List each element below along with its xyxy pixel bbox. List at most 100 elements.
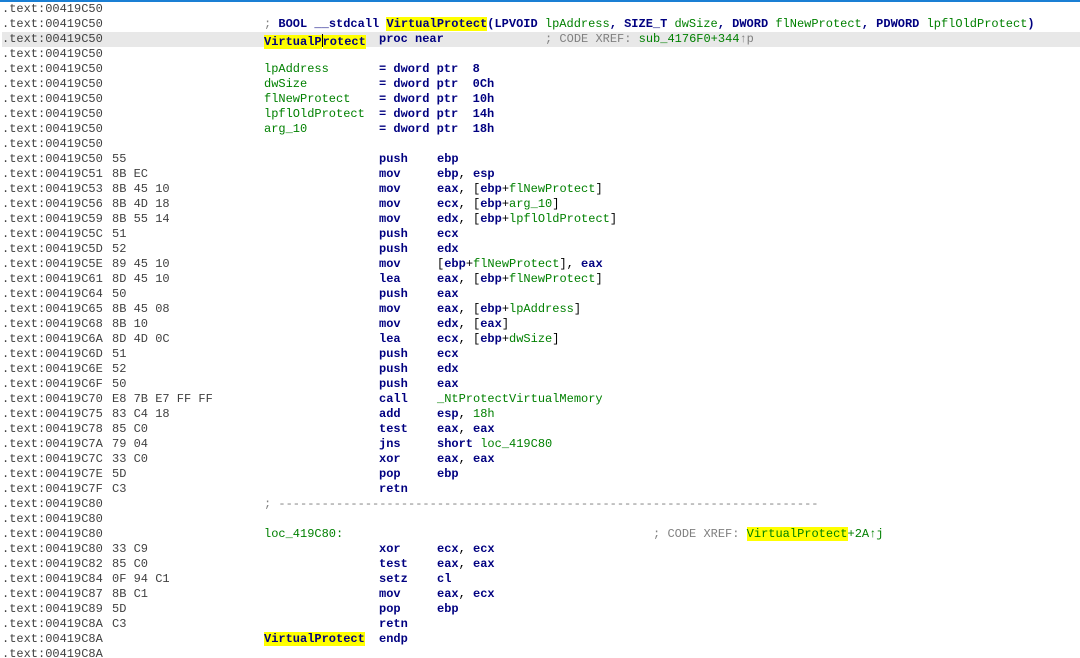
operand-ident[interactable]: flNewProtect xyxy=(473,257,559,271)
mnemonic-column: setz xyxy=(379,572,437,587)
disassembly-view[interactable]: .text:00419C50.text:00419C50; BOOL __std… xyxy=(0,2,1080,658)
hex-bytes: 5D xyxy=(112,602,264,617)
address: .text:00419C64 xyxy=(2,287,112,302)
address: .text:00419C7C xyxy=(2,452,112,467)
asm-line[interactable]: .text:00419C6D51pushecx xyxy=(2,347,1080,362)
hex-bytes: 79 04 xyxy=(112,437,264,452)
operand-ident[interactable]: dwSize xyxy=(509,332,552,346)
address: .text:00419C51 xyxy=(2,167,112,182)
asm-line[interactable]: .text:00419C8AC3retn xyxy=(2,617,1080,632)
hex-bytes xyxy=(112,32,264,47)
asm-line[interactable]: .text:00419C5C51pushecx xyxy=(2,227,1080,242)
mnemonic-column: push xyxy=(379,152,437,167)
asm-line[interactable]: .text:00419C895Dpopebp xyxy=(2,602,1080,617)
asm-line[interactable]: .text:00419C598B 55 14movedx, [ebp+lpflO… xyxy=(2,212,1080,227)
arg-def: = dword ptr 0Ch xyxy=(379,77,494,91)
operand-ident[interactable]: flNewProtect xyxy=(509,272,595,286)
mnemonic: push xyxy=(379,152,408,166)
label-column xyxy=(264,317,379,332)
asm-line[interactable]: .text:00419C878B C1moveax, ecx xyxy=(2,587,1080,602)
asm-line[interactable]: .text:00419C618D 45 10leaeax, [ebp+flNew… xyxy=(2,272,1080,287)
asm-line[interactable]: .text:00419C8285 C0testeax, eax xyxy=(2,557,1080,572)
asm-line[interactable]: .text:00419C50VirtualProtectproc near ; … xyxy=(2,32,1080,47)
operand-ident[interactable]: loc_419C80 xyxy=(480,437,552,451)
operand-ident[interactable]: flNewProtect xyxy=(509,182,595,196)
operand-ident[interactable]: _NtProtectVirtualMemory xyxy=(437,392,603,406)
asm-line[interactable]: .text:00419C6F50pusheax xyxy=(2,377,1080,392)
address: .text:00419C89 xyxy=(2,602,112,617)
asm-line[interactable]: .text:00419C50; BOOL __stdcall VirtualPr… xyxy=(2,17,1080,32)
asm-line[interactable]: .text:00419C8A xyxy=(2,647,1080,658)
arg-def: = dword ptr 14h xyxy=(379,107,494,121)
asm-line[interactable]: .text:00419C70E8 7B E7 FF FFcall_NtProte… xyxy=(2,392,1080,407)
hex-bytes: 50 xyxy=(112,377,264,392)
xref-comment: ; CODE XREF: xyxy=(653,527,747,541)
asm-line[interactable]: .text:00419C6A8D 4D 0Cleaecx, [ebp+dwSiz… xyxy=(2,332,1080,347)
operand-column: eax, [ebp+lpAddress] xyxy=(437,302,1080,317)
asm-line[interactable]: .text:00419C5E89 45 10mov[ebp+flNewProte… xyxy=(2,257,1080,272)
asm-line[interactable]: .text:00419C50lpflOldProtect = dword ptr… xyxy=(2,107,1080,122)
asm-line[interactable]: .text:00419C50arg_10 = dword ptr 18h xyxy=(2,122,1080,137)
operand-ident[interactable]: lpflOldProtect xyxy=(509,212,610,226)
address: .text:00419C7F xyxy=(2,482,112,497)
mnemonic-column: = dword ptr 14h xyxy=(379,107,787,122)
operand-ident[interactable]: lpAddress xyxy=(509,302,574,316)
asm-line[interactable]: .text:00419C568B 4D 18movecx, [ebp+arg_1… xyxy=(2,197,1080,212)
mnemonic-column: mov xyxy=(379,257,437,272)
operand-register: eax xyxy=(437,377,459,391)
asm-line[interactable]: .text:00419C80 xyxy=(2,512,1080,527)
asm-line[interactable]: .text:00419C50 xyxy=(2,137,1080,152)
label-column xyxy=(264,452,379,467)
asm-line[interactable]: .text:00419C518B ECmovebp, esp xyxy=(2,167,1080,182)
asm-line[interactable]: .text:00419C50dwSize = dword ptr 0Ch xyxy=(2,77,1080,92)
asm-line[interactable]: .text:00419C8AVirtualProtectendp xyxy=(2,632,1080,647)
operand-column xyxy=(437,647,1080,658)
asm-line[interactable]: .text:00419C7C33 C0xoreax, eax xyxy=(2,452,1080,467)
asm-line[interactable]: .text:00419C7A79 04jnsshort loc_419C80 xyxy=(2,437,1080,452)
address: .text:00419C8A xyxy=(2,632,112,647)
address: .text:00419C50 xyxy=(2,62,112,77)
label-column xyxy=(264,377,379,392)
xref-link[interactable]: sub_4176F0+344 xyxy=(639,32,740,46)
asm-line[interactable]: .text:00419C5055pushebp xyxy=(2,152,1080,167)
asm-line[interactable]: .text:00419C7885 C0testeax, eax xyxy=(2,422,1080,437)
asm-line[interactable]: .text:00419C5D52pushedx xyxy=(2,242,1080,257)
asm-line[interactable]: .text:00419C50lpAddress = dword ptr 8 xyxy=(2,62,1080,77)
hex-bytes: E8 7B E7 FF FF xyxy=(112,392,264,407)
asm-line[interactable]: .text:00419C6450pusheax xyxy=(2,287,1080,302)
asm-line[interactable]: .text:00419C50flNewProtect = dword ptr 1… xyxy=(2,92,1080,107)
asm-line[interactable]: .text:00419C840F 94 C1setzcl xyxy=(2,572,1080,587)
operand-register: esp xyxy=(473,167,495,181)
asm-line[interactable]: .text:00419C688B 10movedx, [eax] xyxy=(2,317,1080,332)
hex-bytes xyxy=(112,2,264,17)
label-column xyxy=(264,542,379,557)
operand-register: eax xyxy=(437,272,459,286)
label-column xyxy=(264,212,379,227)
asm-line[interactable]: .text:00419C8033 C9xorecx, ecx xyxy=(2,542,1080,557)
address: .text:00419C87 xyxy=(2,587,112,602)
asm-line[interactable]: .text:00419C80; ------------------------… xyxy=(2,497,1080,512)
asm-line[interactable]: .text:00419C80loc_419C80: ; CODE XREF: V… xyxy=(2,527,1080,542)
label-column xyxy=(264,227,379,242)
asm-line[interactable]: .text:00419C50 xyxy=(2,2,1080,17)
asm-line[interactable]: .text:00419C7FC3retn xyxy=(2,482,1080,497)
label-column: ; --------------------------------------… xyxy=(264,497,920,512)
address: .text:00419C80 xyxy=(2,542,112,557)
asm-line[interactable]: .text:00419C7E5Dpopebp xyxy=(2,467,1080,482)
xref-link[interactable]: VirtualProtect xyxy=(747,527,848,541)
mnemonic-column: mov xyxy=(379,167,437,182)
operand-column: esp, 18h xyxy=(437,407,1080,422)
asm-line[interactable]: .text:00419C7583 C4 18addesp, 18h xyxy=(2,407,1080,422)
asm-line[interactable]: .text:00419C538B 45 10moveax, [ebp+flNew… xyxy=(2,182,1080,197)
label-column xyxy=(264,512,379,527)
mnemonic-column xyxy=(379,512,437,527)
operand-ident[interactable]: arg_10 xyxy=(509,197,552,211)
asm-line[interactable]: .text:00419C50 xyxy=(2,47,1080,62)
asm-line[interactable]: .text:00419C658B 45 08moveax, [ebp+lpAdd… xyxy=(2,302,1080,317)
operand-register: ebp xyxy=(480,272,502,286)
mnemonic-column: push xyxy=(379,227,437,242)
operand-register: eax xyxy=(473,452,495,466)
asm-line[interactable]: .text:00419C6E52pushedx xyxy=(2,362,1080,377)
arg-name: arg_10 xyxy=(264,122,372,136)
text-cursor xyxy=(322,34,323,47)
